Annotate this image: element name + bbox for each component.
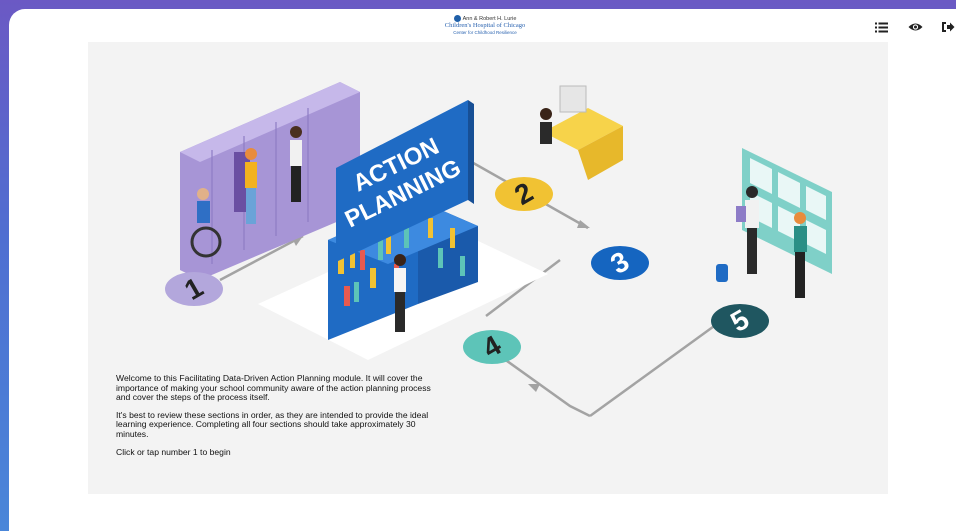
intro-paragraph-2: It's best to review these sections in or…	[116, 409, 429, 439]
intro-instruction: Click or tap number 1 to begin	[116, 446, 231, 457]
logo-line-3: Center for Childhood Resilience	[453, 30, 517, 35]
view-button[interactable]	[907, 20, 923, 34]
window-scene	[716, 148, 832, 298]
app-frame: Ann & Robert H. Lurie Children's Hospita…	[9, 9, 956, 531]
logo-line-2: Children's Hospital of Chicago	[444, 22, 526, 29]
step-4-button[interactable]: 4	[463, 329, 521, 364]
step-1-button[interactable]: 1	[165, 271, 223, 306]
hospital-logo: Ann & Robert H. Lurie Children's Hospita…	[439, 15, 531, 41]
exit-button[interactable]	[940, 20, 956, 34]
exit-icon	[942, 22, 955, 32]
logo-mark-icon	[453, 15, 461, 22]
step-3-button[interactable]: 3	[591, 245, 649, 280]
intro-paragraph-1: Welcome to this Facilitating Data-Driven…	[116, 373, 431, 403]
step-5-button[interactable]: 5	[711, 303, 769, 338]
desk-scene	[540, 85, 623, 180]
intro-text: Welcome to this Facilitating Data-Driven…	[116, 373, 446, 465]
list-icon	[874, 22, 888, 32]
eye-icon	[908, 23, 922, 31]
module-canvas: ACTION PLANNING 1 2 3 4 5 Welcome to thi…	[88, 42, 888, 494]
menu-button[interactable]	[873, 20, 889, 34]
header: Ann & Robert H. Lurie Children's Hospita…	[9, 9, 956, 45]
